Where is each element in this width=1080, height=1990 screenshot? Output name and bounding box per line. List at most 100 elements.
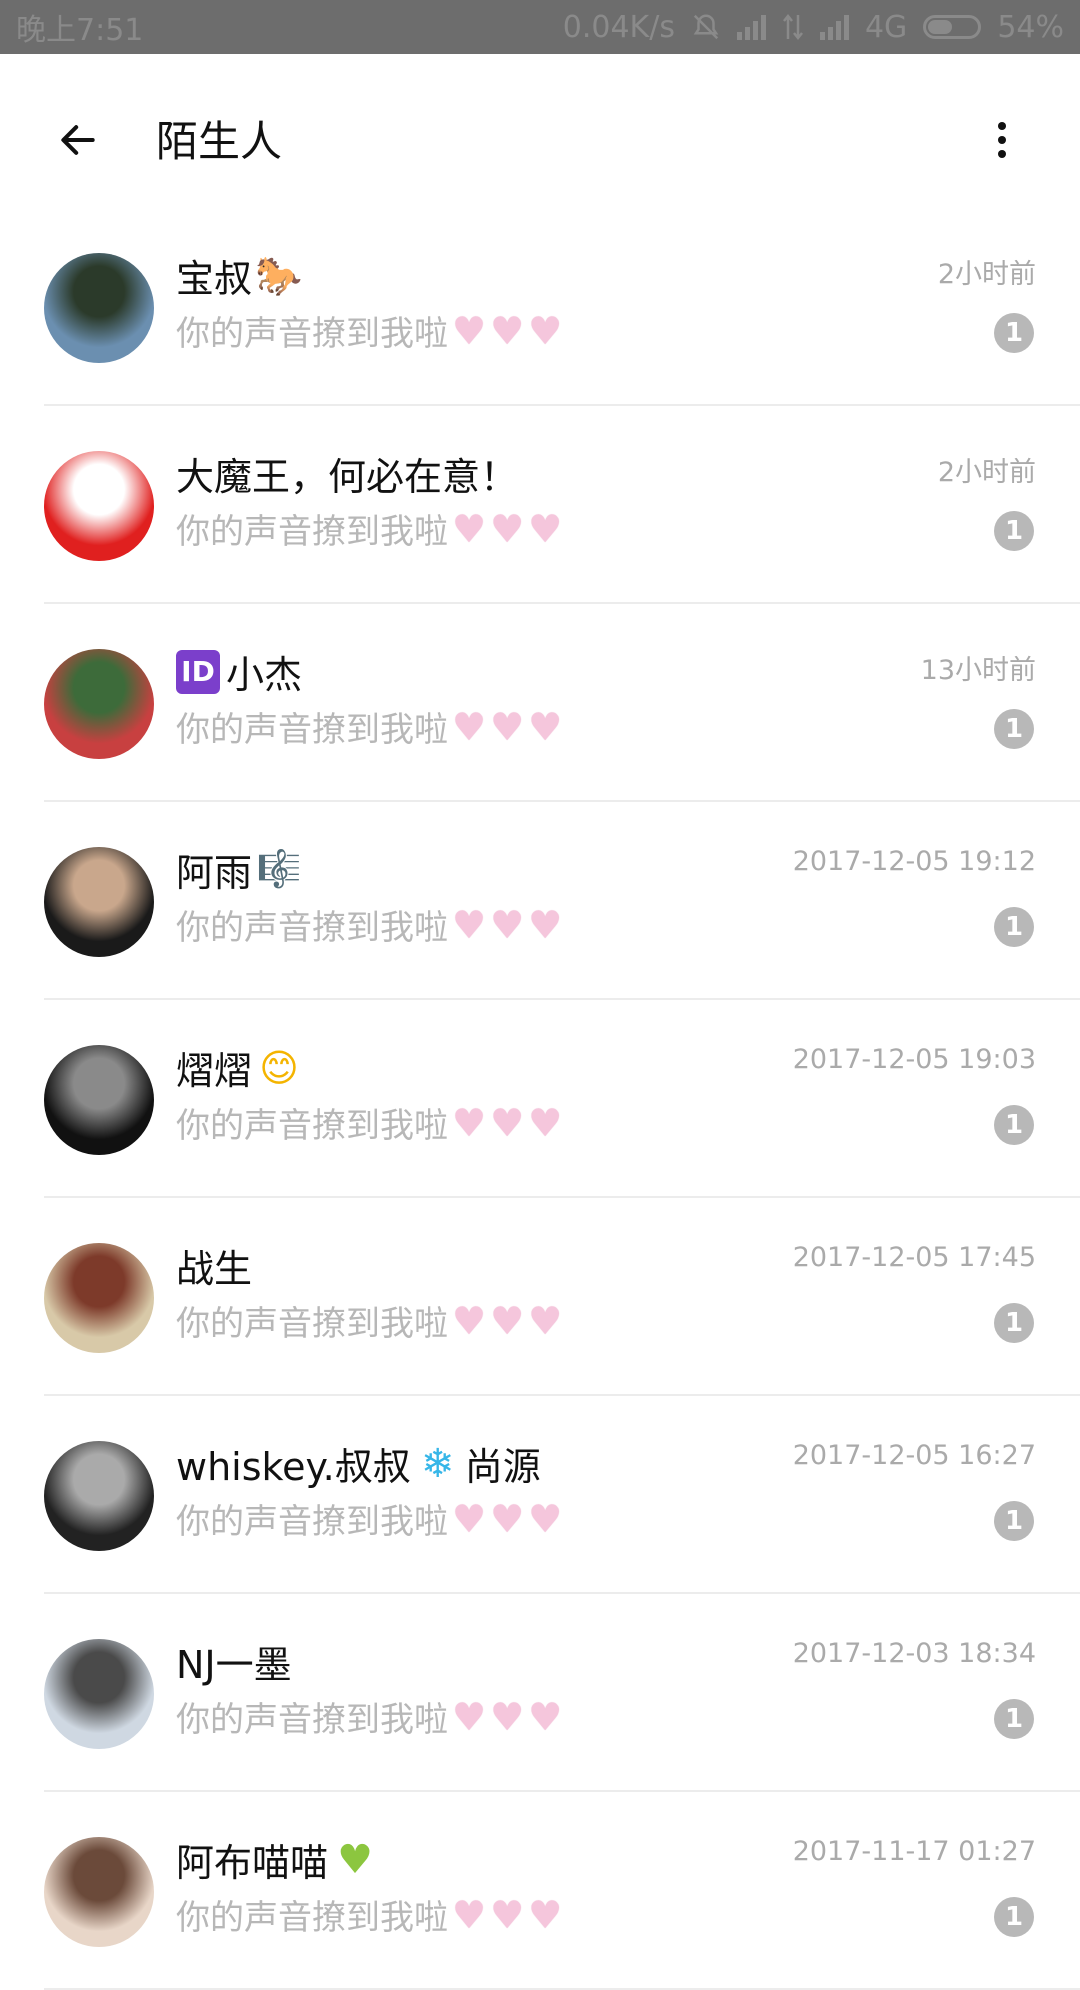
avatar[interactable] (44, 1837, 154, 1947)
mute-bell-icon (693, 14, 719, 40)
hearts-emoji-group: ♥ ♥ ♥ (452, 1104, 562, 1142)
avatar[interactable] (44, 253, 154, 363)
hearts-emoji-group: ♥ ♥ ♥ (452, 510, 562, 548)
avatar[interactable] (44, 1045, 154, 1155)
hearts-emoji-group: ♥ ♥ ♥ (452, 1500, 562, 1538)
name-emoji-icon: ♥ (337, 1836, 373, 1883)
unread-badge: 1 (994, 1699, 1034, 1739)
unread-badge: 1 (994, 907, 1034, 947)
unread-badge: 1 (994, 1501, 1034, 1541)
contact-name-text: NJ一墨 (176, 1643, 292, 1687)
message-time: 2017-12-05 19:03 (792, 1044, 1036, 1075)
pink-heart-icon: ♥ (490, 1892, 525, 1937)
conversation-row[interactable]: 大魔王，何必在意！ 你的声音撩到我啦 ♥ ♥ ♥ 2小时前 1 (0, 406, 1080, 604)
message-text: 你的声音撩到我啦 (176, 908, 448, 948)
avatar[interactable] (44, 847, 154, 957)
battery-percent: 54% (997, 9, 1064, 45)
hearts-emoji-group: ♥ ♥ ♥ (452, 312, 562, 350)
conversation-row[interactable]: 阿雨 🎼 你的声音撩到我啦 ♥ ♥ ♥ 2017-12-05 19:12 1 (0, 802, 1080, 1000)
pink-heart-icon: ♥ (452, 704, 487, 749)
more-vertical-icon (998, 122, 1006, 158)
pink-heart-icon: ♥ (490, 704, 525, 749)
avatar[interactable] (44, 451, 154, 561)
contact-name: NJ一墨 (176, 1634, 292, 1689)
battery-icon (923, 15, 982, 39)
message-time: 13小时前 (920, 655, 1036, 686)
avatar[interactable] (44, 1639, 154, 1749)
name-emoji-icon: ❄ (420, 1440, 455, 1487)
pink-heart-icon: ♥ (452, 308, 487, 353)
message-preview: 你的声音撩到我啦 ♥ ♥ ♥ (176, 1494, 562, 1543)
message-preview: 你的声音撩到我啦 ♥ ♥ ♥ (176, 1296, 562, 1345)
pink-heart-icon: ♥ (528, 1496, 563, 1541)
hearts-emoji-group: ♥ ♥ ♥ (452, 906, 562, 944)
pink-heart-icon: ♥ (452, 1298, 487, 1343)
message-time: 2017-12-05 19:12 (792, 846, 1036, 877)
status-time: 晚上7:51 (16, 13, 144, 48)
pink-heart-icon: ♥ (490, 1100, 525, 1145)
conversation-row[interactable]: 阿布喵喵 ♥ 你的声音撩到我啦 ♥ ♥ ♥ 2017-11-17 01:27 1 (0, 1792, 1080, 1990)
name-emoji-icon: ID (176, 649, 220, 694)
pink-heart-icon: ♥ (528, 1694, 563, 1739)
back-button[interactable] (40, 102, 116, 178)
contact-name: 阿雨 🎼 (176, 842, 302, 897)
conversation-row[interactable]: ID 小杰 你的声音撩到我啦 ♥ ♥ ♥ 13小时前 1 (0, 604, 1080, 802)
message-time: 2小时前 (937, 457, 1036, 488)
message-preview: 你的声音撩到我啦 ♥ ♥ ♥ (176, 900, 562, 949)
unread-badge: 1 (994, 1105, 1034, 1145)
unread-badge: 1 (994, 511, 1034, 551)
signal-1-icon (736, 14, 766, 40)
hearts-emoji-group: ♥ ♥ ♥ (452, 708, 562, 746)
unread-badge: 1 (994, 313, 1034, 353)
contact-name: 战生 (176, 1238, 252, 1293)
name-emoji-icon: 🎼 (256, 848, 302, 890)
contact-name-text: 小杰 (226, 653, 303, 697)
contact-name-text: 战生 (176, 1247, 253, 1291)
unread-badge: 1 (994, 709, 1034, 749)
message-text: 你的声音撩到我啦 (176, 1700, 448, 1740)
contact-name: 大魔王，何必在意！ (176, 446, 518, 501)
page-title: 陌生人 (156, 117, 283, 166)
contact-name-text: 大魔王，何必在意！ (176, 455, 519, 499)
signal-2-icon (819, 14, 849, 40)
status-bar: 晚上7:51 0.04K/s 4G 54% (0, 0, 1080, 54)
message-time: 2小时前 (937, 259, 1036, 290)
name-emoji-icon: 🐎 (255, 253, 303, 298)
pink-heart-icon: ♥ (490, 902, 525, 947)
message-time: 2017-12-05 17:45 (792, 1242, 1036, 1273)
conversation-row[interactable]: 宝叔 🐎 你的声音撩到我啦 ♥ ♥ ♥ 2小时前 1 (0, 208, 1080, 406)
conversation-row[interactable]: whiskey.叔叔 ❄ 尚源 你的声音撩到我啦 ♥ ♥ ♥ 2017-12-05 16:27… (0, 1396, 1080, 1594)
unread-badge: 1 (994, 1897, 1034, 1937)
message-preview: 你的声音撩到我啦 ♥ ♥ ♥ (176, 504, 562, 553)
pink-heart-icon: ♥ (528, 1892, 563, 1937)
avatar[interactable] (44, 649, 154, 759)
conversation-row[interactable]: 熠熠 😊 你的声音撩到我啦 ♥ ♥ ♥ 2017-12-05 19:03 1 (0, 1000, 1080, 1198)
message-time: 2017-12-03 18:34 (792, 1638, 1036, 1669)
pink-heart-icon: ♥ (452, 506, 487, 551)
message-preview: 你的声音撩到我啦 ♥ ♥ ♥ (176, 1098, 562, 1147)
data-arrows-icon (782, 13, 803, 41)
conversation-row[interactable]: 战生 你的声音撩到我啦 ♥ ♥ ♥ 2017-12-05 17:45 1 (0, 1198, 1080, 1396)
pink-heart-icon: ♥ (452, 1100, 487, 1145)
contact-name: whiskey.叔叔 ❄ 尚源 (176, 1436, 541, 1491)
avatar[interactable] (44, 1441, 154, 1551)
conversation-row[interactable]: NJ一墨你的声音撩到我啦 ♥ ♥ ♥ 2017-12-03 18:34 1 (0, 1594, 1080, 1792)
message-text: 你的声音撩到我啦 (176, 1304, 448, 1344)
pink-heart-icon: ♥ (452, 1496, 487, 1541)
pink-heart-icon: ♥ (490, 1694, 525, 1739)
hearts-emoji-group: ♥ ♥ ♥ (452, 1698, 562, 1736)
message-preview: 你的声音撩到我啦 ♥ ♥ ♥ (176, 306, 562, 355)
pink-heart-icon: ♥ (528, 704, 563, 749)
pink-heart-icon: ♥ (528, 1298, 563, 1343)
message-preview: 你的声音撩到我啦 ♥ ♥ ♥ (176, 1890, 562, 1939)
arrow-left-icon (61, 125, 95, 155)
contact-name-text: 宝叔 (176, 257, 253, 301)
pink-heart-icon: ♥ (490, 1496, 525, 1541)
app-bar: 陌生人 (0, 54, 1080, 214)
avatar[interactable] (44, 1243, 154, 1353)
message-preview: 你的声音撩到我啦 ♥ ♥ ♥ (176, 1692, 562, 1741)
pink-heart-icon: ♥ (528, 902, 563, 947)
more-options-button[interactable] (964, 102, 1040, 178)
pink-heart-icon: ♥ (452, 902, 487, 947)
unread-badge: 1 (994, 1303, 1034, 1343)
